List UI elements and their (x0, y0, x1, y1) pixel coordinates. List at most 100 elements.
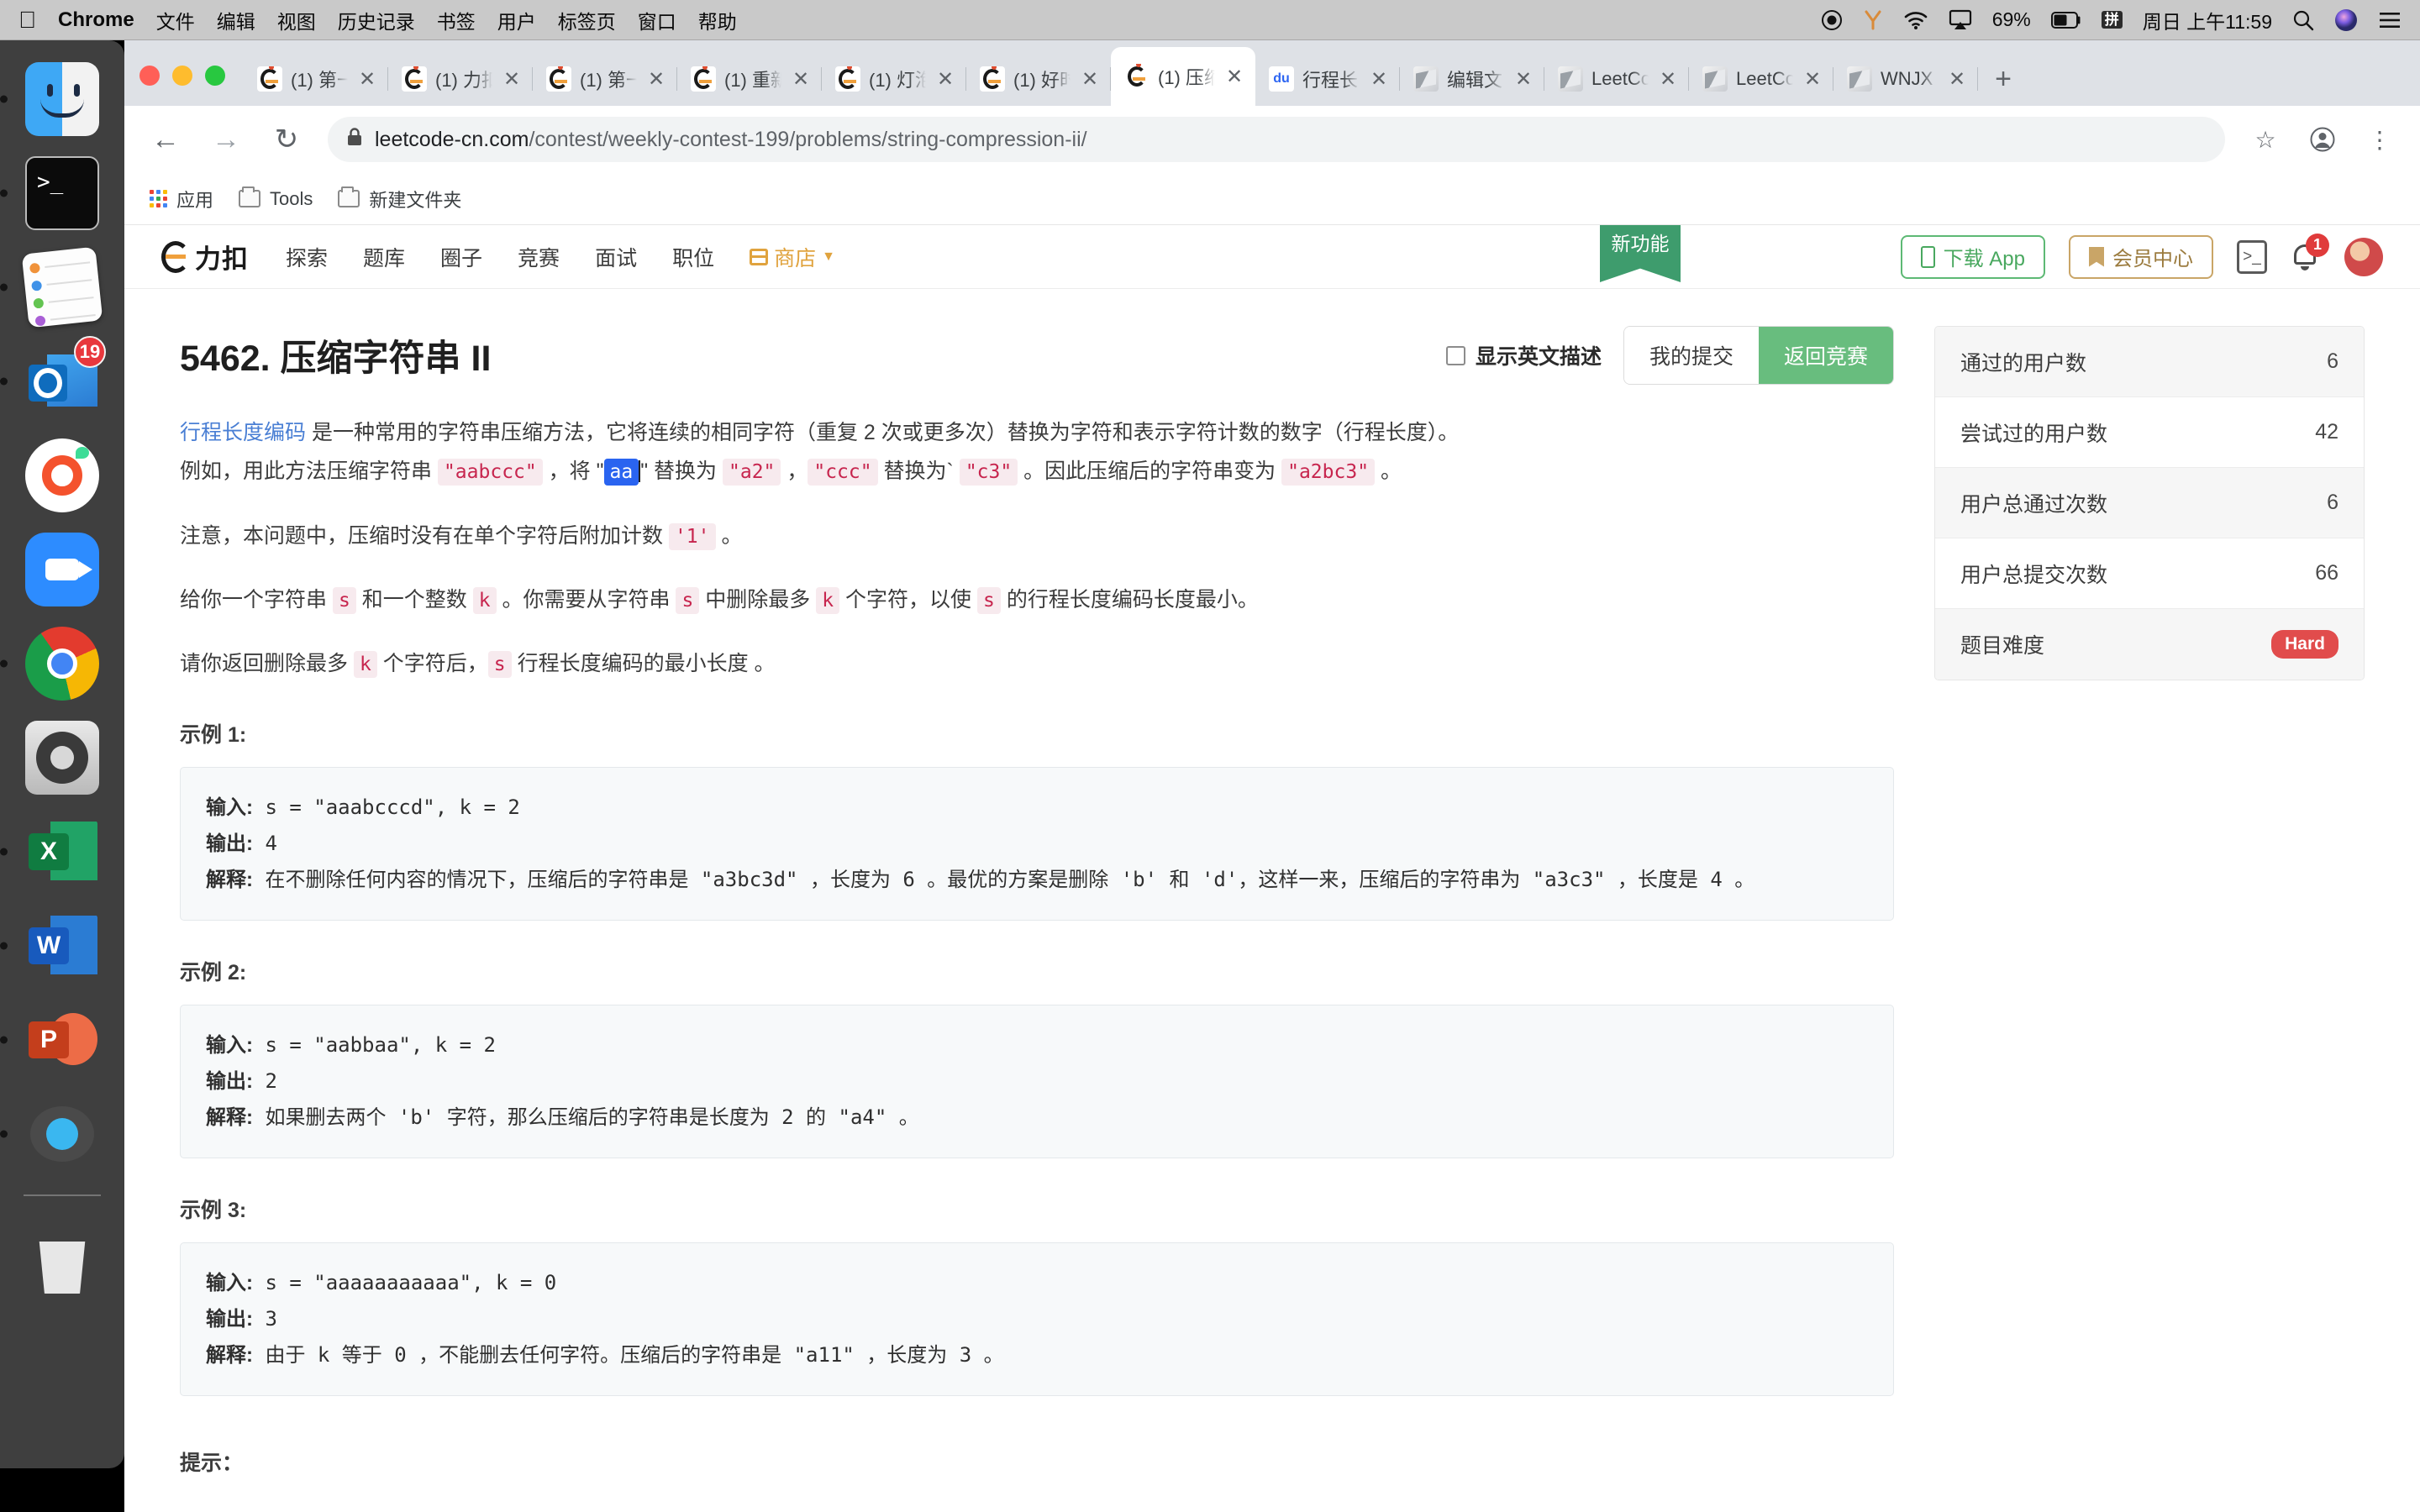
tab-close-icon[interactable]: ✕ (934, 67, 956, 92)
browser-tab[interactable]: (1) 第一 ✕ (244, 52, 388, 106)
dock-item-terminal[interactable]: >_ (0, 153, 103, 234)
menu-item-window[interactable]: 窗口 (638, 6, 676, 34)
browser-tab[interactable]: WNJX ✕ (1833, 52, 1978, 106)
my-submissions-button[interactable]: 我的提交 (1623, 327, 1759, 384)
browser-tab[interactable]: du 行程长 ✕ (1255, 52, 1400, 106)
example-output-line: 输出: 3 (206, 1301, 1868, 1337)
bookmark-tools[interactable]: Tools (239, 186, 313, 210)
input-value: s = "aaaaaaaaaaa", k = 0 (253, 1271, 557, 1295)
reload-icon[interactable]: ↻ (267, 120, 306, 159)
desc-text: 注意，本问题中，压缩时没有在单个字符后附加计数 (180, 523, 669, 548)
menu-item-edit[interactable]: 编辑 (217, 6, 255, 34)
nav-item-community[interactable]: 圈子 (440, 242, 482, 272)
rle-link[interactable]: 行程长度编码 (180, 421, 306, 444)
inline-code: "a2bc3" (1281, 459, 1376, 486)
output-label: 输出: (206, 832, 253, 856)
menu-app-name[interactable]: Chrome (58, 8, 134, 32)
close-window-button[interactable] (139, 66, 160, 86)
menu-item-bookmarks[interactable]: 书签 (437, 6, 476, 34)
apple-logo-icon[interactable]:  (18, 8, 36, 32)
bell-icon[interactable]: 1 (2291, 233, 2329, 274)
new-tab-button[interactable]: + (1978, 52, 2028, 106)
arrow-right-icon[interactable]: → (207, 120, 245, 159)
playground-icon[interactable]: >_ (2237, 239, 2267, 274)
browser-tab[interactable]: LeetCo ✕ (1689, 52, 1833, 106)
browser-tab[interactable]: (1) 第一 ✕ (533, 52, 677, 106)
menu-item-file[interactable]: 文件 (156, 6, 195, 34)
bookmark-new-folder[interactable]: 新建文件夹 (338, 186, 461, 213)
dock-item-outlook[interactable]: 19 (0, 336, 106, 422)
address-bar[interactable]: leetcode-cn.com/contest/weekly-contest-1… (328, 117, 2225, 162)
menubar-clock[interactable]: 周日 上午11:59 (2143, 6, 2272, 34)
screen-record-icon[interactable] (1821, 9, 1843, 31)
input-method-indicator[interactable]: 拼 (2101, 11, 2123, 29)
tab-close-icon[interactable]: ✕ (1657, 67, 1679, 92)
tab-close-icon[interactable]: ✕ (645, 67, 667, 92)
nav-item-interview[interactable]: 面试 (595, 242, 637, 272)
dock-item-finder[interactable] (0, 59, 103, 139)
menu-item-tabs[interactable]: 标签页 (558, 6, 616, 34)
arrow-left-icon[interactable]: ← (146, 120, 185, 159)
tab-close-icon[interactable]: ✕ (356, 67, 378, 92)
nav-item-store[interactable]: 商店 ▼ (750, 242, 835, 272)
control-center-icon[interactable] (2378, 10, 2402, 30)
dock-item-quicktime[interactable] (0, 1094, 103, 1174)
browser-tab[interactable]: LeetCo ✕ (1544, 52, 1689, 106)
show-english-toggle[interactable]: 显示英文描述 (1445, 340, 1602, 370)
back-to-contest-button[interactable]: 返回竞赛 (1758, 327, 1893, 384)
bookmark-apps[interactable]: 应用 (150, 186, 213, 213)
nav-item-explore[interactable]: 探索 (286, 242, 328, 272)
siri-icon[interactable] (2334, 8, 2358, 32)
dock-item-excel[interactable]: X (0, 811, 103, 892)
browser-tab[interactable]: (1) 好时 ✕ (966, 52, 1111, 106)
tab-close-icon[interactable]: ✕ (501, 67, 523, 92)
generic-favicon-icon (1702, 66, 1728, 92)
tab-close-icon[interactable]: ✕ (1079, 67, 1101, 92)
profile-avatar-icon[interactable] (2304, 121, 2341, 158)
nav-item-problems[interactable]: 题库 (363, 242, 405, 272)
three-dot-menu-icon[interactable]: ⋮ (2361, 121, 2398, 158)
user-avatar-icon[interactable] (2344, 237, 2383, 276)
browser-tab-active[interactable]: (1) 压缩 ✕ (1111, 47, 1255, 106)
browser-tab[interactable]: (1) 力扣 ✕ (388, 52, 533, 106)
tab-close-icon[interactable]: ✕ (1512, 67, 1534, 92)
nav-item-contest[interactable]: 竞赛 (518, 242, 560, 272)
tab-close-icon[interactable]: ✕ (790, 67, 812, 92)
tab-close-icon[interactable]: ✕ (1368, 67, 1390, 92)
dock-item-powerpoint[interactable]: P (0, 1000, 103, 1080)
explain-value: 在不删除任何内容的情况下，压缩后的字符串是 "a3bc3d" ，长度为 6 。最… (253, 868, 1755, 892)
menu-item-profiles[interactable]: 用户 (497, 6, 536, 34)
leetcode-logo[interactable]: 力扣 (161, 238, 249, 276)
dock-item-word[interactable]: W (0, 906, 103, 986)
tab-close-icon[interactable]: ✕ (1946, 67, 1968, 92)
browser-tab[interactable]: (1) 灯泡 ✕ (822, 52, 966, 106)
browser-tab[interactable]: (1) 重新 ✕ (677, 52, 822, 106)
wishbone-icon[interactable] (1863, 9, 1883, 31)
nav-item-jobs[interactable]: 职位 (672, 242, 714, 272)
tab-close-icon[interactable]: ✕ (1223, 65, 1245, 89)
airplay-icon[interactable] (1949, 9, 1972, 31)
star-icon[interactable]: ☆ (2247, 121, 2284, 158)
wifi-icon[interactable] (1903, 10, 1928, 30)
dock-item-chrome[interactable] (0, 623, 103, 704)
dock-item-feishu[interactable] (22, 435, 103, 516)
example-explain-line: 解释: 在不删除任何内容的情况下，压缩后的字符串是 "a3bc3d" ，长度为 … (206, 862, 1868, 898)
menu-item-history[interactable]: 历史记录 (338, 6, 415, 34)
menu-item-help[interactable]: 帮助 (698, 6, 737, 34)
maximize-window-button[interactable] (205, 66, 225, 86)
dock-item-trash[interactable] (22, 1216, 103, 1297)
checkbox-icon[interactable] (1445, 345, 1465, 365)
browser-tab[interactable]: 编辑文 ✕ (1400, 52, 1544, 106)
dock-item-system-preferences[interactable] (22, 717, 103, 798)
tab-title: (1) 压缩 (1158, 67, 1215, 88)
dock-item-notes[interactable] (0, 246, 103, 328)
minimize-window-button[interactable] (172, 66, 192, 86)
tab-close-icon[interactable]: ✕ (1802, 67, 1823, 92)
spotlight-search-icon[interactable] (2292, 9, 2314, 31)
dock-item-zoom[interactable] (22, 529, 103, 610)
menu-item-view[interactable]: 视图 (277, 6, 316, 34)
tab-title: (1) 第一 (580, 70, 637, 91)
membership-button[interactable]: 会员中心 (2069, 234, 2213, 279)
battery-icon[interactable] (2050, 11, 2081, 29)
download-app-button[interactable]: 下载 App (1900, 234, 2045, 279)
